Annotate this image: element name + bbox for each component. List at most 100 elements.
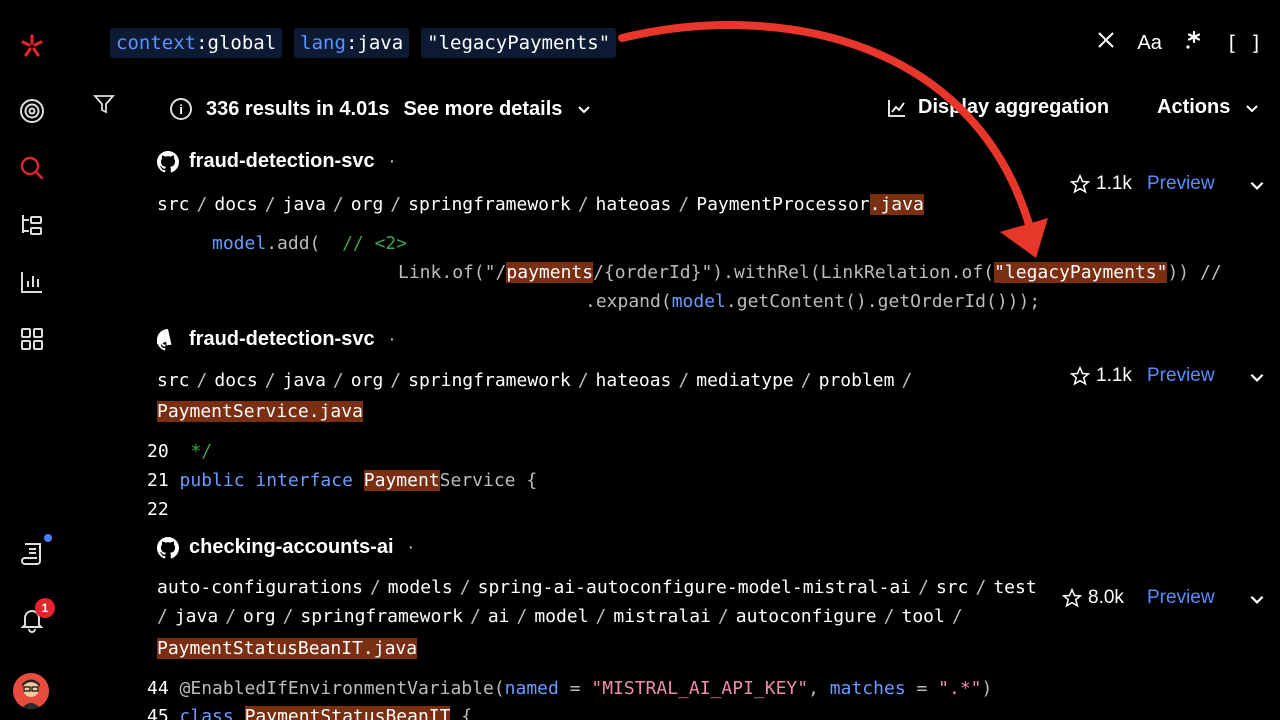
code-line: 20 */ [147,441,212,462]
result-repo-header[interactable]: fraud-detection-svc · [157,328,395,351]
star-count[interactable]: 8.0k [1062,587,1124,609]
file-name[interactable]: PaymentService.java [157,401,363,422]
search-icon[interactable] [18,154,46,182]
path-segment: org [243,606,276,627]
path-sep: / [282,606,294,627]
grid-icon[interactable] [18,325,46,353]
star-count[interactable]: 1.1k [1070,365,1132,387]
chip-key: context [116,32,197,54]
info-icon[interactable]: i [170,98,192,120]
search-chip-context[interactable]: context: global [110,28,283,58]
chip-value: java [357,32,404,54]
chip-value: global [207,32,277,54]
actions-menu-button[interactable]: Actions [1157,96,1260,119]
code-line: Link.of("/payments/{orderId}").withRel(L… [398,262,1222,283]
search-chip-term[interactable]: "legacyPayments" [421,28,617,58]
path-segment: tool [901,606,945,627]
file-name-highlight: PaymentService [157,401,309,422]
result-repo-header[interactable]: fraud-detection-svc · [157,150,395,173]
tree-icon[interactable] [18,211,46,239]
filter-icon[interactable] [92,92,118,118]
code-param: matches [829,678,906,699]
file-name[interactable]: PaymentStatusBeanIT.java [157,638,418,659]
star-count[interactable]: 1.1k [1070,173,1132,195]
path-segment: auto-configurations [157,577,363,598]
case-sensitive-toggle[interactable]: Aa [1137,32,1161,55]
separator-dot: · [388,150,396,172]
path-segment: docs [214,370,258,391]
stars-value: 1.1k [1096,173,1132,194]
chip-sep: : [196,32,208,54]
path-sep: / [717,606,729,627]
path-sep: / [951,606,963,627]
file-path[interactable]: auto-configurations / models / spring-ai-aut… [157,577,1037,598]
code-token: Service { [439,470,538,491]
path-sep: / [678,194,690,215]
chevron-down-icon[interactable] [1248,368,1266,386]
chevron-down-icon[interactable] [576,101,592,117]
code-token: )) // [1167,262,1222,283]
code-highlight: Payment [363,470,440,491]
chevron-down-icon[interactable] [1248,176,1266,194]
left-sidebar: 1 [0,0,64,720]
code-keyword: interface [255,470,353,491]
path-segment: spring-ai-autoconfigure-model-mistral-ai [477,577,912,598]
code-token: .of( [950,262,995,283]
github-icon [157,328,172,350]
separator-dot: · [407,536,415,558]
code-line: 22 [147,499,169,520]
file-path[interactable]: src / docs / java / org / springframework / hateoa… [157,370,919,391]
notification-count: 1 [35,598,55,618]
path-segment: PaymentProcessor [696,194,870,215]
avatar[interactable] [13,673,49,709]
file-name-highlight: PaymentStatusBeanIT [157,638,363,659]
preview-link[interactable]: Preview [1147,587,1215,609]
logo-icon[interactable] [18,32,46,60]
chevron-down-icon[interactable] [1248,590,1266,608]
code-token: /{orderId}").withRel( [593,262,821,283]
github-icon [157,536,179,558]
star-icon [1062,588,1082,608]
code-comment: // <2> [342,233,408,254]
chart-icon[interactable] [18,268,46,296]
file-ext-highlight: .java [308,401,363,422]
regex-icon[interactable] [1184,30,1204,56]
path-segment: autoconfigure [735,606,877,627]
path-sep: / [516,606,528,627]
preview-link[interactable]: Preview [1147,365,1215,387]
repo-name: fraud-detection-svc [189,328,375,350]
preview-link[interactable]: Preview [1147,173,1215,195]
clear-icon[interactable] [1097,31,1115,55]
file-path[interactable]: src / docs / java / org / springframework / hateoa… [157,194,924,215]
path-sep: / [800,370,812,391]
path-segment: problem [818,370,895,391]
line-number: 21 [147,470,169,491]
repo-name: fraud-detection-svc [189,150,375,172]
code-comment: */ [179,441,213,462]
code-param: named [504,678,559,699]
path-segment: org [350,370,384,391]
stars-value: 8.0k [1088,587,1124,608]
target-icon[interactable] [18,97,46,125]
search-chip-lang[interactable]: lang: java [294,28,410,58]
path-segment: mediatype [696,370,794,391]
chip-sep: : [345,32,358,54]
display-aggregation-button[interactable]: Display aggregation [886,96,1109,119]
code-token: model [671,291,726,312]
search-query-bar[interactable]: context: global lang: java "legacyPayments… [110,28,617,60]
result-repo-header[interactable]: checking-accounts-ai · [157,536,414,559]
brackets-toggle[interactable]: [ ] [1226,31,1262,55]
file-ext-highlight: .java [362,638,418,659]
code-highlight: payments [506,262,594,283]
path-segment: test [993,577,1037,598]
see-more-details-link[interactable]: See more details [403,98,562,121]
file-path-continued[interactable]: / java / org / springframework / ai / model / mistr… [157,606,970,627]
path-sep: / [883,606,895,627]
scroll-icon[interactable] [18,540,46,568]
line-number: 45 [147,706,169,720]
code-string: ".*" [938,678,982,699]
code-line: .expand(model.getContent().getOrderId())… [585,291,1040,312]
path-sep: / [901,370,913,391]
path-segment: mistralai [613,606,711,627]
path-sep: / [196,194,208,215]
